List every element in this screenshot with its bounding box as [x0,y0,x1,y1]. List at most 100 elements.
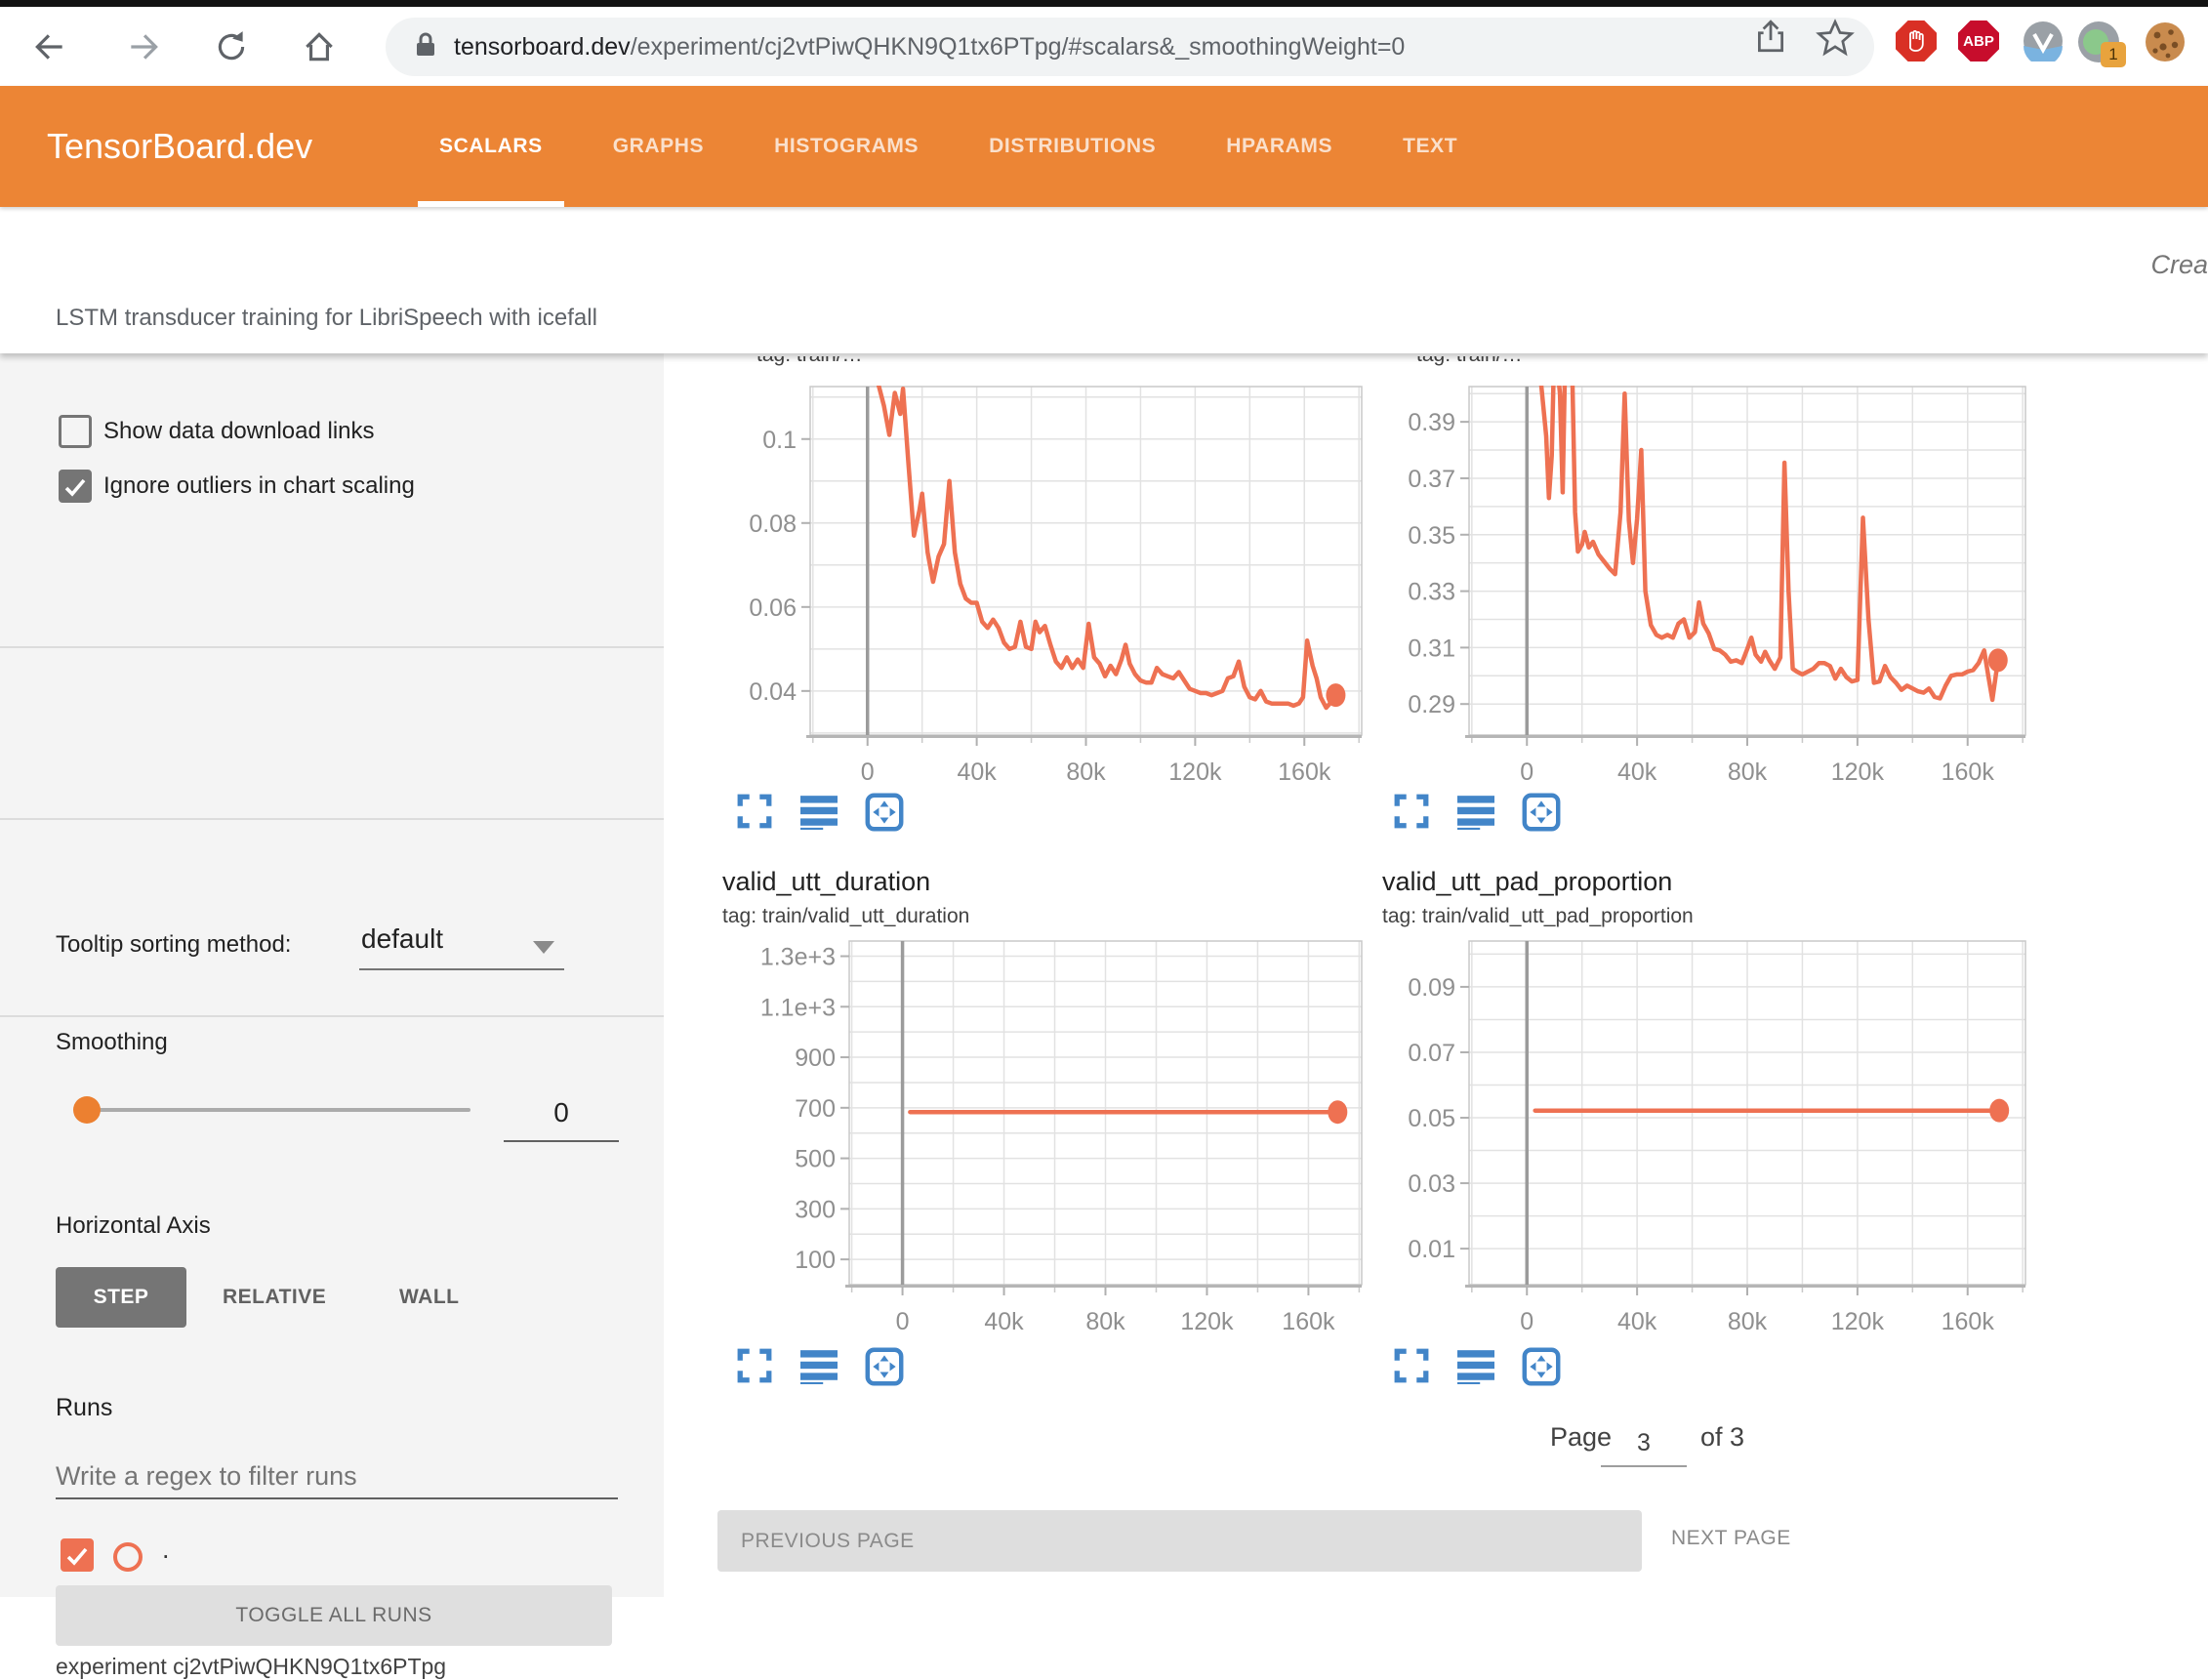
page-of-label: of 3 [1700,1422,1744,1453]
svg-text:80k: 80k [1728,1308,1768,1335]
fullscreen-icon[interactable] [736,1347,773,1384]
home-icon[interactable] [297,24,342,69]
svg-text:0.1: 0.1 [762,427,797,454]
cookie-icon[interactable] [2144,20,2185,61]
data-table-icon[interactable] [1457,793,1494,830]
adblock-hand-icon[interactable] [1896,20,1937,61]
axis-relative-button[interactable]: RELATIVE [223,1286,326,1309]
chart-tag: tag: train/valid_utt_pad_proportion [1382,905,1694,928]
tooltip-select-underline [359,968,564,970]
experiment-id-label: experiment cj2vtPiwQHKN9Q1tx6PTpg [56,1654,446,1680]
smoothing-label: Smoothing [56,1029,168,1056]
run-color-swatch[interactable] [113,1542,143,1572]
charts-panel: tag: train/… 040k80k120k160k0.10.080.060… [664,353,2208,1597]
fit-domain-icon[interactable] [1522,1347,1559,1384]
extension-badge: 1 [2101,42,2126,67]
runs-regex-input[interactable] [56,1455,618,1499]
fit-domain-icon[interactable] [1522,793,1559,830]
axis-wall-button[interactable]: WALL [399,1286,459,1309]
monitor-extension-icon[interactable]: 1 [2077,20,2118,61]
v-extension-icon[interactable] [2023,20,2064,61]
experiment-description: LSTM transducer training for LibriSpeech… [56,305,597,332]
settings-sidebar: Show data download links Ignore outliers… [0,353,664,1597]
axis-step-button[interactable]: STEP [56,1267,186,1328]
smoothing-slider-thumb[interactable] [73,1096,101,1124]
svg-text:0.33: 0.33 [1408,579,1455,606]
svg-text:0.05: 0.05 [1408,1105,1455,1132]
ignore-outliers-checkbox[interactable] [59,470,92,503]
svg-text:0: 0 [1520,758,1533,786]
horizontal-axis-label: Horizontal Axis [56,1212,211,1240]
tab-hparams[interactable]: HPARAMS [1216,86,1342,207]
app-header: TensorBoard.dev SCALARS GRAPHS HISTOGRAM… [0,86,2208,207]
data-table-icon[interactable] [1457,1347,1494,1384]
back-icon[interactable] [27,24,72,69]
svg-text:0.09: 0.09 [1408,974,1455,1002]
nav-tabs: SCALARS GRAPHS HISTOGRAMS DISTRIBUTIONS … [429,86,1467,207]
smoothing-value[interactable]: 0 [504,1097,619,1128]
scalar-chart[interactable]: 040k80k120k160k1.3e+31.1e+39007005003001… [717,937,1373,1339]
tab-text[interactable]: TEXT [1393,86,1467,207]
svg-text:1.1e+3: 1.1e+3 [760,994,836,1021]
divider [0,646,664,648]
forward-icon[interactable] [121,24,166,69]
reload-icon[interactable] [209,24,254,69]
tab-histograms[interactable]: HISTOGRAMS [764,86,928,207]
next-page-button[interactable]: NEXT PAGE [1671,1527,1791,1550]
tab-distributions[interactable]: DISTRIBUTIONS [979,86,1165,207]
svg-text:0.39: 0.39 [1408,409,1455,436]
page-number-input[interactable] [1601,1429,1687,1467]
ignore-outliers-label: Ignore outliers in chart scaling [103,472,415,500]
previous-page-button[interactable]: PREVIOUS PAGE [717,1510,1642,1572]
smoothing-slider-track[interactable] [74,1108,470,1112]
svg-text:0.35: 0.35 [1408,522,1455,550]
fullscreen-icon[interactable] [1393,793,1430,830]
tab-graphs[interactable]: GRAPHS [603,86,714,207]
scalar-chart[interactable]: 040k80k120k160k0.390.370.350.330.310.29 [1377,359,2037,789]
chart-card: tag: train/… 040k80k120k160k0.390.370.35… [1377,356,2037,844]
svg-text:0.04: 0.04 [749,678,797,706]
scalar-chart[interactable]: 040k80k120k160k0.10.080.060.04 [717,359,1373,789]
svg-text:0.07: 0.07 [1408,1040,1455,1067]
chart-card: valid_utt_pad_proportion tag: train/vali… [1377,864,2037,1396]
tab-scalars[interactable]: SCALARS [429,86,552,207]
abp-icon[interactable]: ABP [1958,20,1999,61]
svg-text:120k: 120k [1168,758,1222,786]
tooltip-sorting-select[interactable]: default [361,923,443,955]
svg-text:160k: 160k [1942,758,1995,786]
smoothing-value-underline [504,1140,619,1142]
svg-text:900: 900 [795,1045,836,1072]
data-table-icon[interactable] [800,1347,838,1384]
address-bar[interactable]: tensorboard.dev/experiment/cj2vtPiwQHKN9… [386,18,1874,76]
run-name-label: . [162,1535,170,1565]
share-icon[interactable] [1752,19,1789,56]
chart-card: tag: train/… 040k80k120k160k0.10.080.060… [717,356,1373,844]
data-table-icon[interactable] [800,793,838,830]
bookmark-star-icon[interactable] [1816,19,1853,56]
svg-text:0.06: 0.06 [749,594,797,622]
svg-text:160k: 160k [1942,1308,1995,1335]
window-edge [0,0,2208,7]
svg-text:160k: 160k [1282,1308,1335,1335]
svg-text:0.29: 0.29 [1408,691,1455,718]
fit-domain-icon[interactable] [865,793,902,830]
svg-text:0.37: 0.37 [1408,466,1455,493]
fullscreen-icon[interactable] [736,793,773,830]
svg-text:40k: 40k [984,1308,1024,1335]
svg-text:120k: 120k [1180,1308,1234,1335]
show-download-links-checkbox[interactable] [59,415,92,448]
fullscreen-icon[interactable] [1393,1347,1430,1384]
chevron-down-icon[interactable] [533,941,554,954]
fit-domain-icon[interactable] [865,1347,902,1384]
svg-text:40k: 40k [1617,1308,1657,1335]
toggle-all-runs-button[interactable]: TOGGLE ALL RUNS [56,1585,612,1646]
scalar-chart[interactable]: 040k80k120k160k0.090.070.050.030.01 [1377,937,2037,1339]
svg-text:0: 0 [896,1308,910,1335]
svg-text:40k: 40k [957,758,997,786]
url-text: tensorboard.dev/experiment/cj2vtPiwQHKN9… [454,33,1405,61]
svg-text:160k: 160k [1278,758,1331,786]
abp-label: ABP [1963,33,1994,50]
tooltip-sorting-label: Tooltip sorting method: [56,931,291,959]
chart-title: valid_utt_duration [722,867,930,897]
run-checkbox[interactable] [61,1538,94,1572]
